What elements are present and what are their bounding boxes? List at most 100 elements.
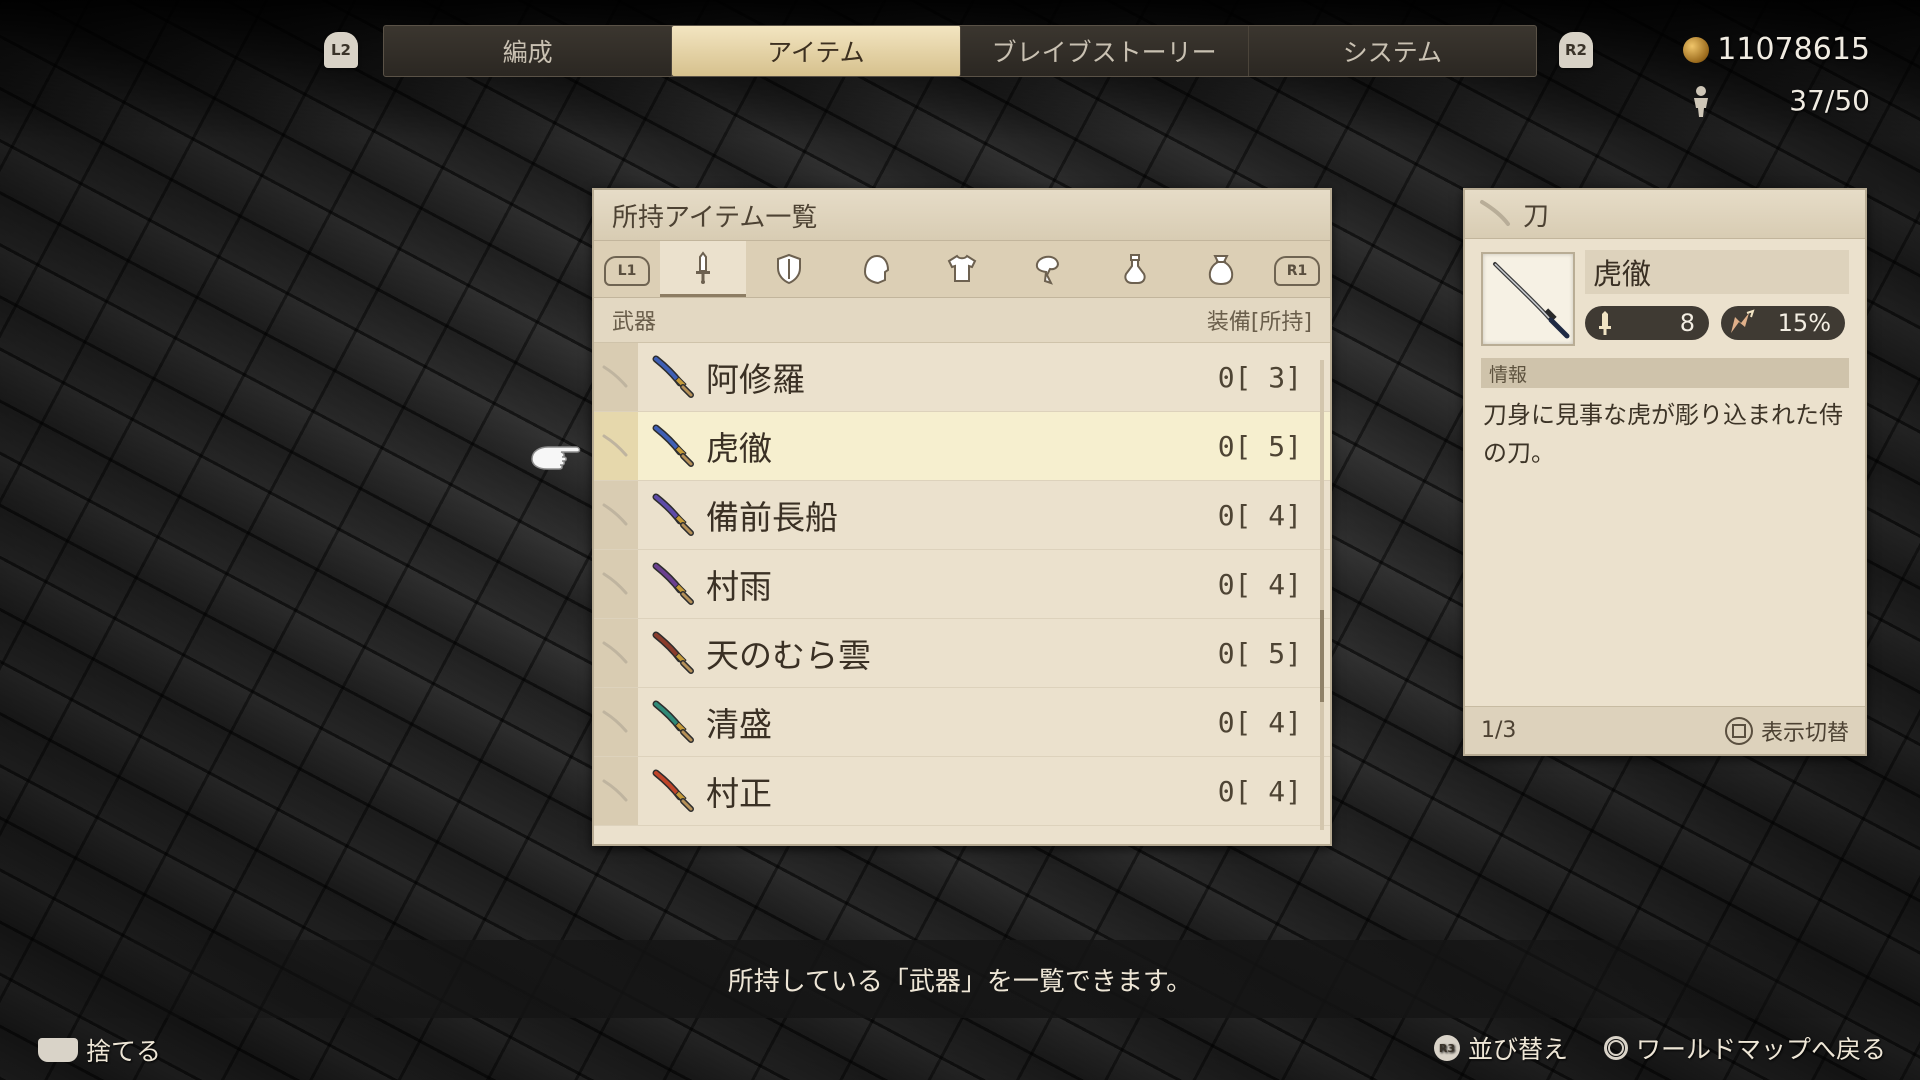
katana-icon [652, 769, 694, 812]
r2-button-icon[interactable]: R2 [1559, 32, 1593, 68]
list-item[interactable]: 村雨 0[ 4] [594, 550, 1330, 619]
gil-display: 11078615 [1683, 32, 1870, 67]
panel-title: 所持アイテム一覧 [594, 190, 1330, 241]
category-armor[interactable] [919, 241, 1005, 297]
section-label: 武器 [612, 310, 657, 335]
equip-slot-icon [594, 481, 638, 549]
shield-icon [777, 253, 802, 285]
r3-button-icon: R3 [1433, 1035, 1460, 1061]
list-item[interactable]: 阿修羅 0[ 3] [594, 343, 1330, 412]
list-item[interactable]: 備前長船 0[ 4] [594, 481, 1330, 550]
katana-icon [652, 424, 694, 467]
toggle-view-button[interactable]: 表示切替 [1724, 715, 1849, 747]
detail-header: 刀 [1465, 190, 1865, 239]
katana-icon [1493, 262, 1570, 339]
equip-slot-icon [594, 619, 638, 687]
equip-slot-icon [594, 343, 638, 411]
list-item[interactable]: 村正 0[ 4] [594, 757, 1330, 826]
list-item[interactable]: 虎徹 0[ 5] [594, 412, 1330, 481]
category-potion[interactable] [1091, 241, 1177, 297]
tab-items[interactable]: アイテム [672, 26, 961, 76]
bag-icon [1208, 255, 1234, 286]
category-shield[interactable] [746, 241, 832, 297]
button-hints: R3 並び替え ワールドマップへ戻る [1433, 1030, 1886, 1066]
category-helmet[interactable] [833, 241, 919, 297]
column-label: 装備[所持] [1206, 310, 1312, 335]
tab-brave-story[interactable]: ブレイブストーリー [961, 26, 1249, 76]
discard-label: 捨てる [86, 1037, 162, 1066]
circle-button-icon [1603, 1036, 1628, 1060]
discard-hint[interactable]: 捨てる [38, 1032, 161, 1068]
detail-footer: 1/3 表示切替 [1465, 706, 1865, 754]
item-description: 刀身に見事な虎が彫り込まれた侍の刀。 [1483, 401, 1843, 467]
sort-label: 並び替え [1467, 1035, 1568, 1064]
attack-value: 8 [1679, 309, 1695, 337]
gil-amount: 11078615 [1717, 32, 1870, 67]
evade-stat: 15% [1721, 306, 1845, 340]
detail-category: 刀 [1523, 201, 1550, 232]
item-list-panel: 所持アイテム一覧 L1 R1 武器 装備[所持] 阿修羅 0[ 3] 虎徹 0[ 5]… [592, 188, 1332, 846]
tab-system[interactable]: システム [1249, 26, 1536, 76]
accessory-icon [1036, 255, 1060, 285]
item-name: 村正 [706, 774, 772, 813]
tab-formation[interactable]: 編成 [384, 26, 673, 76]
hand-cursor-icon [531, 446, 581, 470]
item-detail-panel: 刀 虎徹 8 15% 情報 刀身に見事な虎が彫り込まれた侍の刀。 1/3 表示切… [1463, 188, 1867, 756]
item-count: 0[ 4] [1217, 705, 1302, 739]
evade-value: 15% [1777, 309, 1831, 337]
help-text: 所持している「武器」を一覧できます。 [727, 966, 1193, 997]
potion-icon [1123, 254, 1146, 284]
category-weapon[interactable] [660, 241, 747, 297]
helmet-icon [863, 254, 889, 285]
main-tab-bar: 編成 アイテム ブレイブストーリー システム [383, 25, 1537, 77]
item-count: 0[ 3] [1217, 360, 1302, 394]
category-bag[interactable] [1178, 241, 1264, 297]
person-icon [1694, 85, 1708, 117]
touchpad-button-icon [38, 1038, 78, 1062]
list-item[interactable]: 天のむら雲 0[ 5] [594, 619, 1330, 688]
katana-icon [652, 700, 694, 743]
detail-item-name: 虎徹 [1585, 250, 1849, 294]
item-name: 阿修羅 [706, 360, 805, 399]
item-count: 0[ 4] [1217, 498, 1302, 532]
attack-stat: 8 [1585, 306, 1709, 340]
category-accessory[interactable] [1005, 241, 1091, 297]
coin-icon [1683, 36, 1710, 63]
item-name: 虎徹 [706, 429, 772, 468]
equip-slot-icon [594, 757, 638, 825]
katana-icon [652, 631, 694, 674]
scrollbar-track[interactable] [1320, 360, 1324, 830]
party-count-value: 37/50 [1789, 84, 1870, 117]
back-hint[interactable]: ワールドマップへ戻る [1603, 1030, 1886, 1066]
toggle-view-label: 表示切替 [1760, 720, 1849, 746]
r1-button-icon[interactable]: R1 [1273, 256, 1320, 286]
scrollbar-thumb[interactable] [1320, 610, 1324, 702]
item-count: 0[ 5] [1217, 429, 1302, 463]
l2-button-icon[interactable]: L2 [324, 32, 358, 68]
sort-hint[interactable]: R3 並び替え [1433, 1030, 1568, 1066]
page-indicator: 1/3 [1481, 718, 1517, 743]
equip-slot-icon [594, 688, 638, 756]
item-count: 0[ 4] [1217, 774, 1302, 808]
katana-icon [652, 355, 694, 398]
back-label: ワールドマップへ戻る [1635, 1035, 1886, 1064]
katana-icon [652, 562, 694, 605]
katana-category-icon [1480, 200, 1510, 226]
help-bar: 所持している「武器」を一覧できます。 [0, 940, 1920, 1018]
l1-button-icon[interactable]: L1 [604, 256, 650, 286]
equip-slot-icon [594, 550, 638, 618]
item-name: 村雨 [706, 567, 772, 606]
square-button-icon [1724, 716, 1753, 745]
list-item[interactable]: 清盛 0[ 4] [594, 688, 1330, 757]
item-name: 備前長船 [706, 498, 838, 537]
sword-icon [696, 250, 711, 284]
equip-slot-icon [594, 412, 638, 480]
info-label: 情報 [1481, 358, 1849, 388]
item-count: 0[ 4] [1217, 567, 1302, 601]
attack-sword-icon [1599, 311, 1611, 335]
item-name: 清盛 [706, 705, 772, 744]
item-name: 天のむら雲 [706, 636, 871, 675]
party-count: 37/50 [1690, 84, 1870, 117]
item-count: 0[ 5] [1217, 636, 1302, 670]
item-thumbnail [1481, 252, 1575, 346]
